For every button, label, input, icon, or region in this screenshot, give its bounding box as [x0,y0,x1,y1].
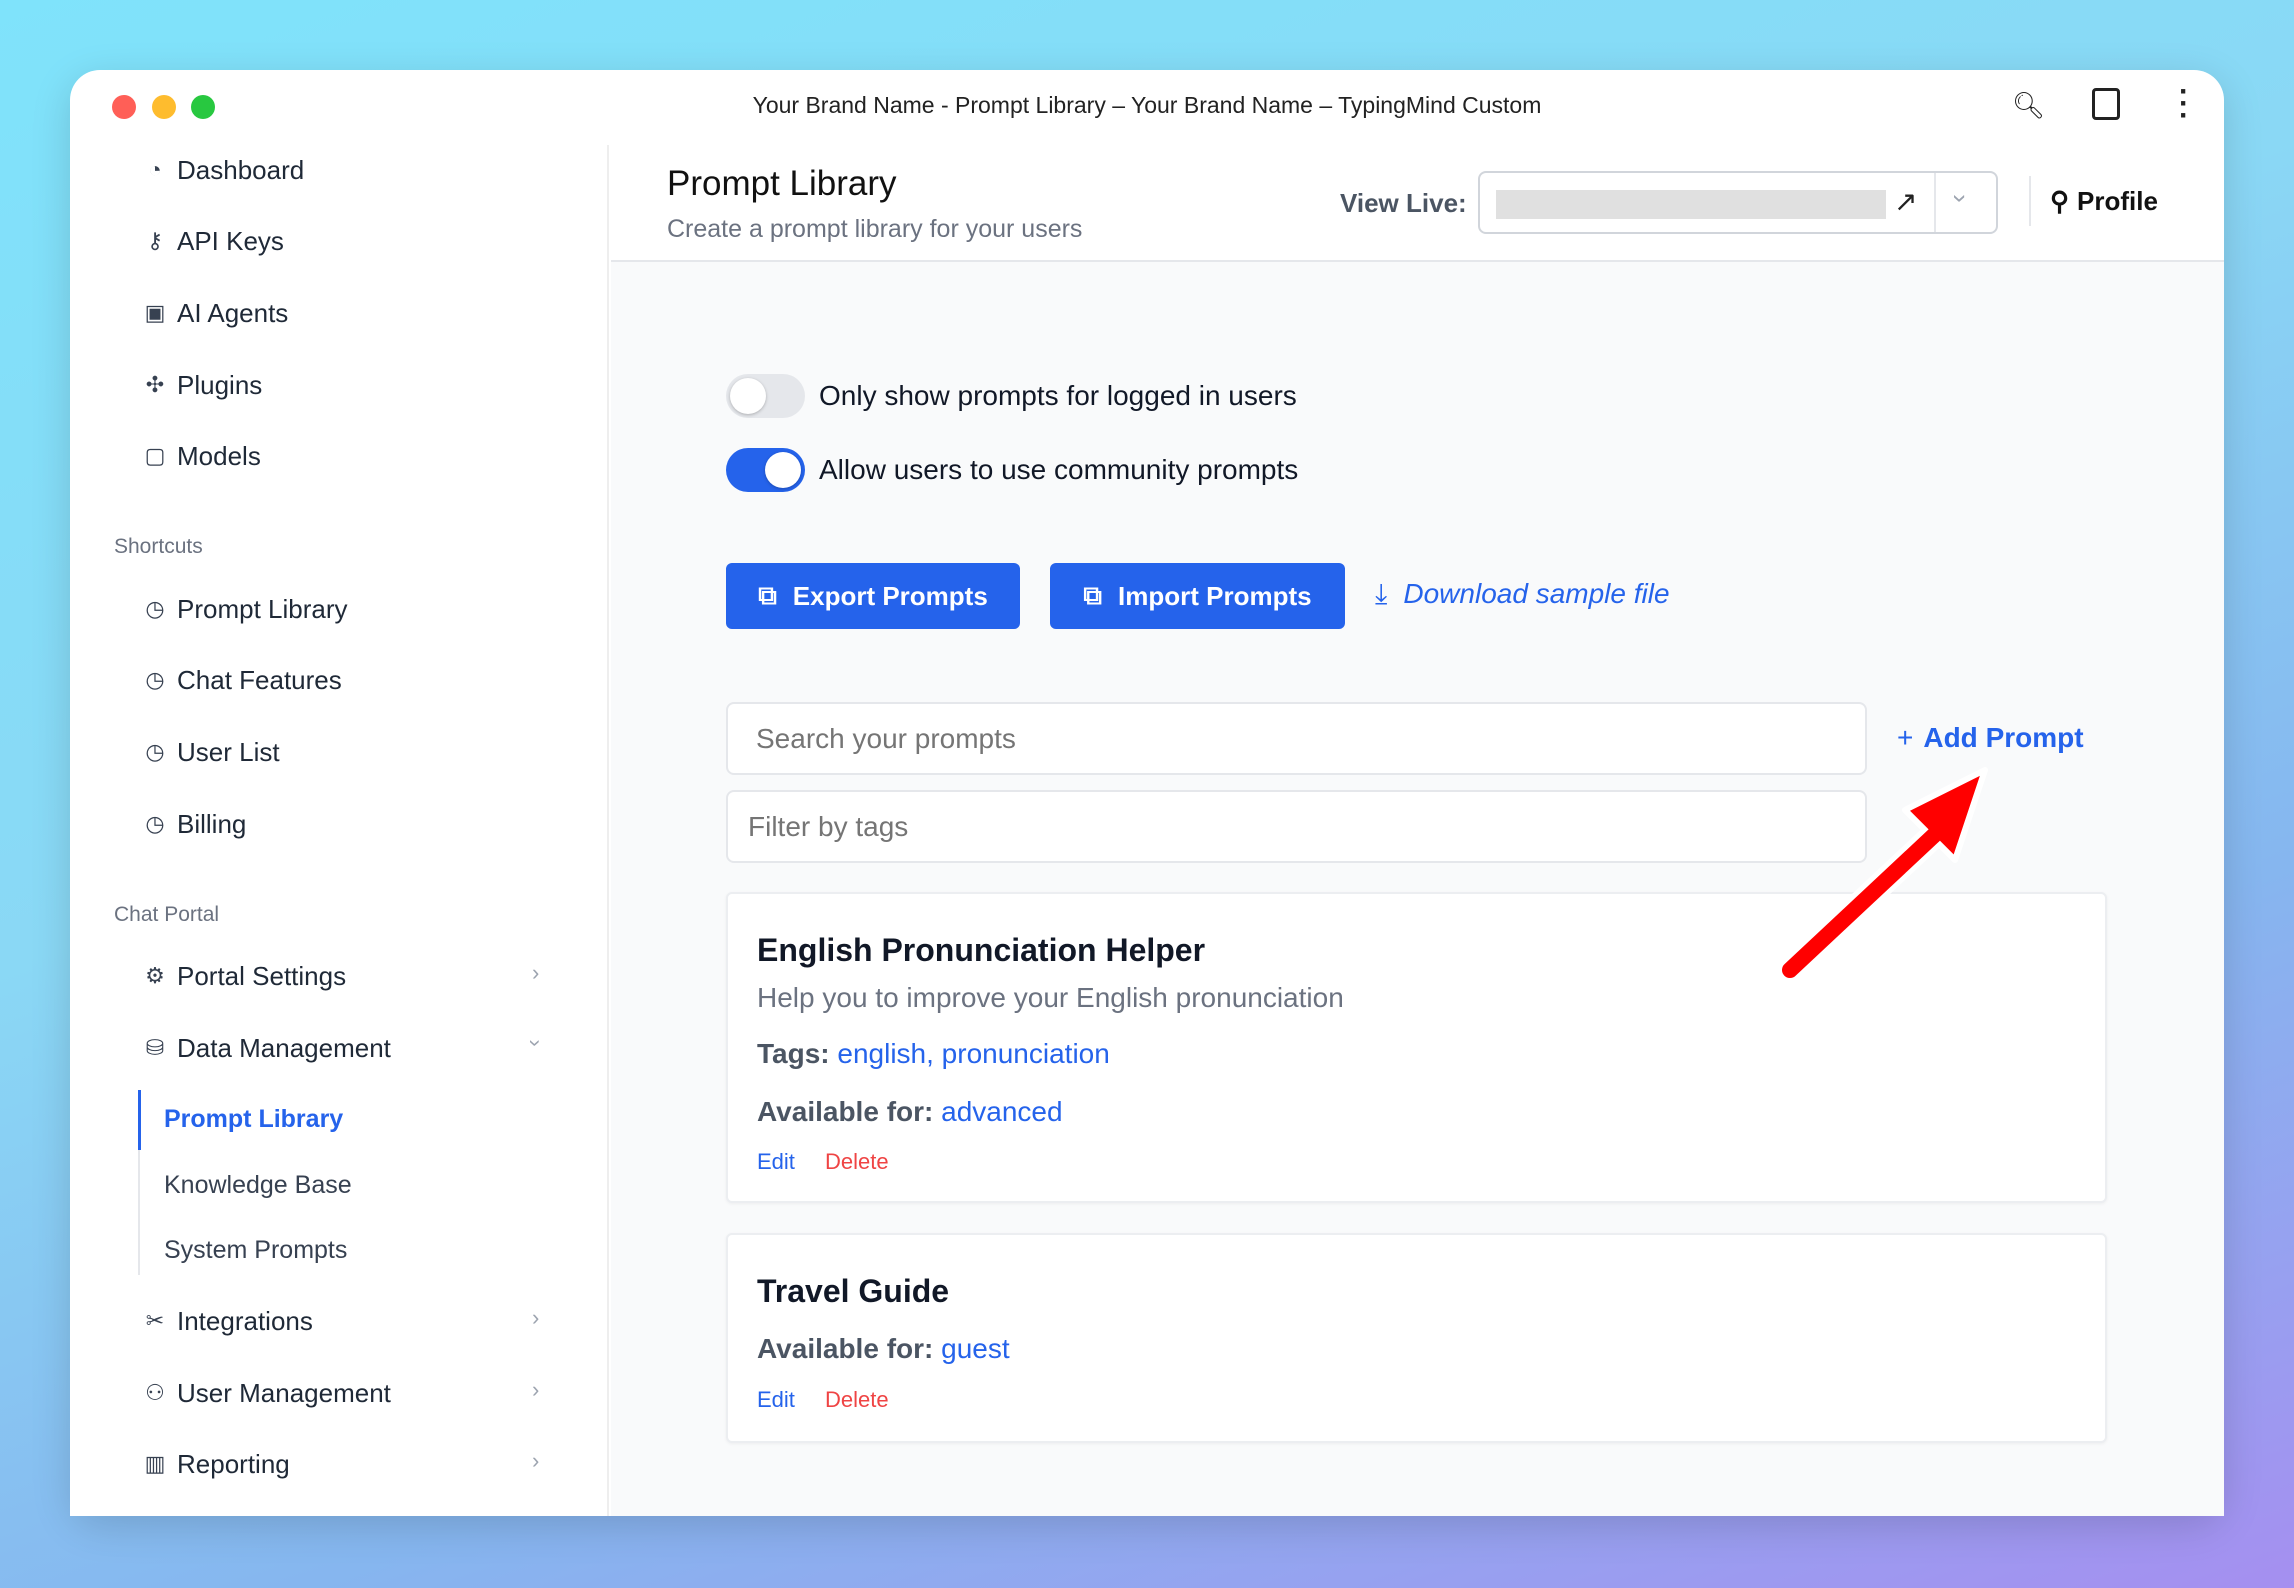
toggle-community-prompts[interactable] [726,448,805,492]
plus-icon: + [1897,722,1914,753]
gear-icon: ⚙ [145,963,165,988]
view-live-label: View Live: [1340,188,1467,218]
chevron-right-icon: › [532,1448,540,1473]
prompt-title: Travel Guide [757,1273,950,1309]
window-title: Your Brand Name - Prompt Library – Your … [752,92,1542,118]
sidebar-item-models[interactable]: ▢ Models [142,436,261,476]
shortcuts-header: Shortcuts [114,535,203,558]
chevron-right-icon: › [532,960,540,985]
clock-icon: ◷ [145,667,165,692]
key-icon: ⚷ [146,228,164,253]
clock-icon: ◷ [145,596,165,621]
header-divider [2029,176,2031,226]
sidebar-item-reporting[interactable]: ▥ Reporting [142,1444,290,1484]
more-options-icon[interactable]: · · · [2178,77,2190,131]
edit-button[interactable]: Edit [757,1387,795,1413]
sidebar-item-user-management[interactable]: ⚇ User Management [142,1373,391,1413]
shortcut-chat-features[interactable]: ◷ Chat Features [142,660,341,700]
delete-button[interactable]: Delete [825,1149,889,1175]
clock-icon: ◷ [145,739,165,764]
sidebar-item-integrations[interactable]: ✂ Integrations [142,1301,313,1341]
sidebar: ◔ Dashboard ⚷ API Keys ▣ AI Agents ✣ Plugins… [70,145,609,1516]
download-sample-link[interactable]: ⤓ Download sample file [1375,578,1670,611]
chevron-down-icon: › [523,1039,549,1047]
sidebar-item-dashboard[interactable]: ◔ Dashboard [142,150,304,190]
delete-button[interactable]: Delete [825,1387,889,1413]
external-link-icon[interactable]: ↗ [1894,185,1917,218]
user-icon: ⚲ [2050,186,2070,216]
extension-puzzle-icon[interactable] [2092,88,2120,120]
download-icon: ⤓ [1375,578,1388,609]
page-subtitle: Create a prompt library for your users [667,215,1083,243]
sidebar-item-ai-agents[interactable]: ▣ AI Agents [142,293,289,333]
prompt-availability: Available for: advanced [757,1096,1063,1127]
add-prompt-button[interactable]: + Add Prompt [1897,722,2084,754]
select-divider [1934,173,1936,232]
active-indicator [138,1090,141,1150]
chevron-down-icon[interactable]: › [1945,194,1976,203]
submenu-prompt-library[interactable]: Prompt Library [164,1105,343,1134]
toggle-label: Only show prompts for logged in users [819,380,1297,411]
export-prompts-button[interactable]: ⧉ Export Prompts [726,563,1020,629]
pie-chart-icon: ◔ [148,157,162,182]
submenu-system-prompts[interactable]: System Prompts [164,1236,347,1265]
import-prompts-button[interactable]: ⧉ Import Prompts [1050,563,1345,629]
edit-button[interactable]: Edit [757,1149,795,1175]
toggle-label: Allow users to use community prompts [819,454,1299,485]
sidebar-item-api-keys[interactable]: ⚷ API Keys [142,221,284,261]
clock-icon: ◷ [145,811,165,836]
bar-chart-icon: ▥ [144,1451,166,1476]
view-live-select[interactable]: ↗ › [1478,171,1998,234]
users-icon: ⚇ [145,1380,165,1405]
sidebar-item-data-management[interactable]: ⛁ Data Management [142,1028,391,1068]
robot-icon: ▣ [144,300,166,325]
prompt-card: English Pronunciation Helper Help you to… [726,892,2107,1203]
sidebar-item-plugins[interactable]: ✣ Plugins [142,365,263,405]
chevron-right-icon: › [532,1377,540,1402]
zoom-icon[interactable]: 🔍︎ [2012,90,2045,121]
chevron-right-icon: › [532,1305,540,1330]
redacted-url [1496,190,1886,219]
prompt-title: English Pronunciation Helper [757,932,1206,968]
chat-portal-header: Chat Portal [114,903,220,926]
prompt-availability: Available for: guest [757,1333,1010,1364]
submenu-knowledge-base[interactable]: Knowledge Base [164,1171,352,1200]
prompt-card: Travel Guide Available for: guest Edit D… [726,1233,2107,1443]
tools-icon: ✂ [145,1308,165,1333]
filter-tags-input[interactable] [726,790,1867,863]
shortcut-user-list[interactable]: ◷ User List [142,732,279,772]
export-icon: ⧉ [758,580,777,610]
shortcut-prompt-library[interactable]: ◷ Prompt Library [142,589,347,629]
chip-icon: ▢ [144,443,166,468]
import-icon: ⧉ [1083,580,1102,610]
database-icon: ⛁ [145,1035,165,1060]
sidebar-item-portal-settings[interactable]: ⚙ Portal Settings [142,956,346,996]
page-title: Prompt Library [667,164,897,203]
prompt-description: Help you to improve your English pronunc… [757,982,1344,1013]
prompt-tags: Tags: english, pronunciation [757,1038,1110,1069]
profile-button[interactable]: ⚲ Profile [2050,186,2158,217]
search-input[interactable] [726,702,1867,775]
toggle-logged-in-only[interactable] [726,374,805,418]
shortcut-billing[interactable]: ◷ Billing [142,804,246,844]
puzzle-icon: ✣ [145,372,165,397]
